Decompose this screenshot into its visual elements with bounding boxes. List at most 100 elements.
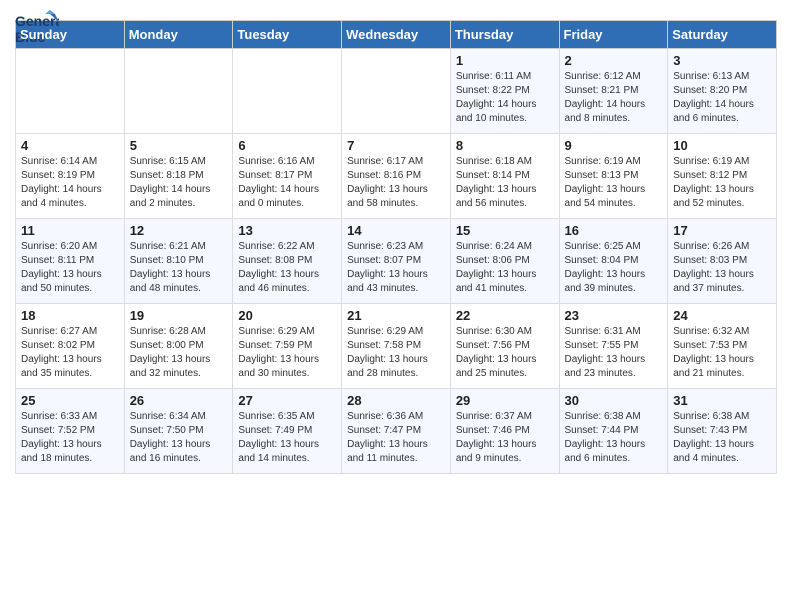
calendar-cell: 17Sunrise: 6:26 AM Sunset: 8:03 PM Dayli… bbox=[668, 219, 777, 304]
day-info: Sunrise: 6:11 AM Sunset: 8:22 PM Dayligh… bbox=[456, 70, 554, 126]
calendar-cell: 14 Sunrise: 6:23 AM Sunset: 8:07 PM Dayli… bbox=[342, 219, 451, 304]
calendar-cell: 6 Sunrise: 6:16 AM Sunset: 8:17 PM Daylig… bbox=[233, 134, 342, 219]
day-number: 18 bbox=[21, 308, 119, 323]
calendar-cell: 19 Sunrise: 6:28 AM Sunset: 8:00 PM Dayli… bbox=[124, 304, 233, 389]
calendar-cell: 15 Sunrise: 6:24 AM Sunset: 8:06 PM Dayli… bbox=[450, 219, 559, 304]
day-info: Sunrise: 6:29 AM Sunset: 7:58 PM Dayligh… bbox=[347, 325, 445, 381]
calendar-cell: 12 Sunrise: 6:21 AM Sunset: 8:10 PM Dayli… bbox=[124, 219, 233, 304]
calendar-cell: 2Sunrise: 6:12 AM Sunset: 8:21 PM Daylig… bbox=[559, 49, 668, 134]
day-info: Sunrise: 6:23 AM Sunset: 8:07 PM Dayligh… bbox=[347, 240, 445, 296]
day-number: 6 bbox=[238, 138, 336, 153]
day-number: 14 bbox=[347, 223, 445, 238]
calendar-cell: 3Sunrise: 6:13 AM Sunset: 8:20 PM Daylig… bbox=[668, 49, 777, 134]
calendar-cell: 27 Sunrise: 6:35 AM Sunset: 7:49 PM Dayli… bbox=[233, 389, 342, 474]
calendar-cell: 24Sunrise: 6:32 AM Sunset: 7:53 PM Dayli… bbox=[668, 304, 777, 389]
day-info: Sunrise: 6:27 AM Sunset: 8:02 PM Dayligh… bbox=[21, 325, 119, 381]
calendar-cell bbox=[233, 49, 342, 134]
day-info: Sunrise: 6:24 AM Sunset: 8:06 PM Dayligh… bbox=[456, 240, 554, 296]
weekday-header-row: SundayMondayTuesdayWednesdayThursdayFrid… bbox=[16, 21, 777, 49]
day-info: Sunrise: 6:19 AM Sunset: 8:13 PM Dayligh… bbox=[565, 155, 663, 211]
calendar-cell: 9 Sunrise: 6:19 AM Sunset: 8:13 PM Daylig… bbox=[559, 134, 668, 219]
day-info: Sunrise: 6:32 AM Sunset: 7:53 PM Dayligh… bbox=[673, 325, 771, 381]
weekday-header-friday: Friday bbox=[559, 21, 668, 49]
day-info: Sunrise: 6:25 AM Sunset: 8:04 PM Dayligh… bbox=[565, 240, 663, 296]
day-info: Sunrise: 6:16 AM Sunset: 8:17 PM Dayligh… bbox=[238, 155, 336, 211]
day-info: Sunrise: 6:31 AM Sunset: 7:55 PM Dayligh… bbox=[565, 325, 663, 381]
calendar-cell: 16 Sunrise: 6:25 AM Sunset: 8:04 PM Dayli… bbox=[559, 219, 668, 304]
day-info: Sunrise: 6:28 AM Sunset: 8:00 PM Dayligh… bbox=[130, 325, 228, 381]
day-info: Sunrise: 6:21 AM Sunset: 8:10 PM Dayligh… bbox=[130, 240, 228, 296]
calendar-cell: 22 Sunrise: 6:30 AM Sunset: 7:56 PM Dayli… bbox=[450, 304, 559, 389]
day-number: 4 bbox=[21, 138, 119, 153]
week-row-2: 4 Sunrise: 6:14 AM Sunset: 8:19 PM Daylig… bbox=[16, 134, 777, 219]
day-number: 25 bbox=[21, 393, 119, 408]
day-number: 10 bbox=[673, 138, 771, 153]
day-number: 22 bbox=[456, 308, 554, 323]
day-number: 7 bbox=[347, 138, 445, 153]
day-number: 26 bbox=[130, 393, 228, 408]
weekday-header-thursday: Thursday bbox=[450, 21, 559, 49]
day-number: 15 bbox=[456, 223, 554, 238]
day-number: 9 bbox=[565, 138, 663, 153]
calendar-cell bbox=[342, 49, 451, 134]
week-row-4: 18 Sunrise: 6:27 AM Sunset: 8:02 PM Dayli… bbox=[16, 304, 777, 389]
day-number: 16 bbox=[565, 223, 663, 238]
day-number: 31 bbox=[673, 393, 771, 408]
calendar-cell: 8 Sunrise: 6:18 AM Sunset: 8:14 PM Daylig… bbox=[450, 134, 559, 219]
day-info: Sunrise: 6:19 AM Sunset: 8:12 PM Dayligh… bbox=[673, 155, 771, 211]
day-number: 8 bbox=[456, 138, 554, 153]
day-info: Sunrise: 6:17 AM Sunset: 8:16 PM Dayligh… bbox=[347, 155, 445, 211]
weekday-header-wednesday: Wednesday bbox=[342, 21, 451, 49]
day-number: 13 bbox=[238, 223, 336, 238]
calendar-cell: 7 Sunrise: 6:17 AM Sunset: 8:16 PM Daylig… bbox=[342, 134, 451, 219]
calendar-cell: 25 Sunrise: 6:33 AM Sunset: 7:52 PM Dayli… bbox=[16, 389, 125, 474]
calendar-cell: 21 Sunrise: 6:29 AM Sunset: 7:58 PM Dayli… bbox=[342, 304, 451, 389]
day-info: Sunrise: 6:37 AM Sunset: 7:46 PM Dayligh… bbox=[456, 410, 554, 466]
day-number: 21 bbox=[347, 308, 445, 323]
calendar-cell: 13 Sunrise: 6:22 AM Sunset: 8:08 PM Dayli… bbox=[233, 219, 342, 304]
weekday-header-saturday: Saturday bbox=[668, 21, 777, 49]
calendar-cell: 1 Sunrise: 6:11 AM Sunset: 8:22 PM Daylig… bbox=[450, 49, 559, 134]
day-info: Sunrise: 6:14 AM Sunset: 8:19 PM Dayligh… bbox=[21, 155, 119, 211]
calendar-cell: 11 Sunrise: 6:20 AM Sunset: 8:11 PM Dayli… bbox=[16, 219, 125, 304]
day-info: Sunrise: 6:15 AM Sunset: 8:18 PM Dayligh… bbox=[130, 155, 228, 211]
calendar-cell: 18 Sunrise: 6:27 AM Sunset: 8:02 PM Dayli… bbox=[16, 304, 125, 389]
day-info: Sunrise: 6:29 AM Sunset: 7:59 PM Dayligh… bbox=[238, 325, 336, 381]
calendar-cell bbox=[124, 49, 233, 134]
calendar-cell: 28Sunrise: 6:36 AM Sunset: 7:47 PM Dayli… bbox=[342, 389, 451, 474]
day-info: Sunrise: 6:33 AM Sunset: 7:52 PM Dayligh… bbox=[21, 410, 119, 466]
day-number: 17 bbox=[673, 223, 771, 238]
day-number: 11 bbox=[21, 223, 119, 238]
day-number: 12 bbox=[130, 223, 228, 238]
calendar-cell: 23Sunrise: 6:31 AM Sunset: 7:55 PM Dayli… bbox=[559, 304, 668, 389]
day-number: 2 bbox=[565, 53, 663, 68]
day-info: Sunrise: 6:35 AM Sunset: 7:49 PM Dayligh… bbox=[238, 410, 336, 466]
day-number: 20 bbox=[238, 308, 336, 323]
day-info: Sunrise: 6:20 AM Sunset: 8:11 PM Dayligh… bbox=[21, 240, 119, 296]
calendar-cell: 5 Sunrise: 6:15 AM Sunset: 8:18 PM Daylig… bbox=[124, 134, 233, 219]
weekday-header-tuesday: Tuesday bbox=[233, 21, 342, 49]
day-number: 29 bbox=[456, 393, 554, 408]
day-number: 30 bbox=[565, 393, 663, 408]
calendar-cell: 26 Sunrise: 6:34 AM Sunset: 7:50 PM Dayli… bbox=[124, 389, 233, 474]
day-info: Sunrise: 6:38 AM Sunset: 7:43 PM Dayligh… bbox=[673, 410, 771, 466]
calendar-cell bbox=[16, 49, 125, 134]
calendar-cell: 4 Sunrise: 6:14 AM Sunset: 8:19 PM Daylig… bbox=[16, 134, 125, 219]
day-number: 1 bbox=[456, 53, 554, 68]
calendar-cell: 20 Sunrise: 6:29 AM Sunset: 7:59 PM Dayli… bbox=[233, 304, 342, 389]
day-number: 28 bbox=[347, 393, 445, 408]
day-info: Sunrise: 6:30 AM Sunset: 7:56 PM Dayligh… bbox=[456, 325, 554, 381]
calendar-cell: 31 Sunrise: 6:38 AM Sunset: 7:43 PM Dayli… bbox=[668, 389, 777, 474]
week-row-1: 1 Sunrise: 6:11 AM Sunset: 8:22 PM Daylig… bbox=[16, 49, 777, 134]
day-info: Sunrise: 6:18 AM Sunset: 8:14 PM Dayligh… bbox=[456, 155, 554, 211]
calendar-table: SundayMondayTuesdayWednesdayThursdayFrid… bbox=[15, 20, 777, 474]
page-container: General Blue SundayMondayTuesdayWednesda… bbox=[0, 0, 792, 484]
day-info: Sunrise: 6:38 AM Sunset: 7:44 PM Dayligh… bbox=[565, 410, 663, 466]
day-number: 19 bbox=[130, 308, 228, 323]
day-number: 27 bbox=[238, 393, 336, 408]
day-info: Sunrise: 6:22 AM Sunset: 8:08 PM Dayligh… bbox=[238, 240, 336, 296]
week-row-5: 25 Sunrise: 6:33 AM Sunset: 7:52 PM Dayli… bbox=[16, 389, 777, 474]
calendar-cell: 10 Sunrise: 6:19 AM Sunset: 8:12 PM Dayli… bbox=[668, 134, 777, 219]
day-number: 5 bbox=[130, 138, 228, 153]
day-info: Sunrise: 6:34 AM Sunset: 7:50 PM Dayligh… bbox=[130, 410, 228, 466]
